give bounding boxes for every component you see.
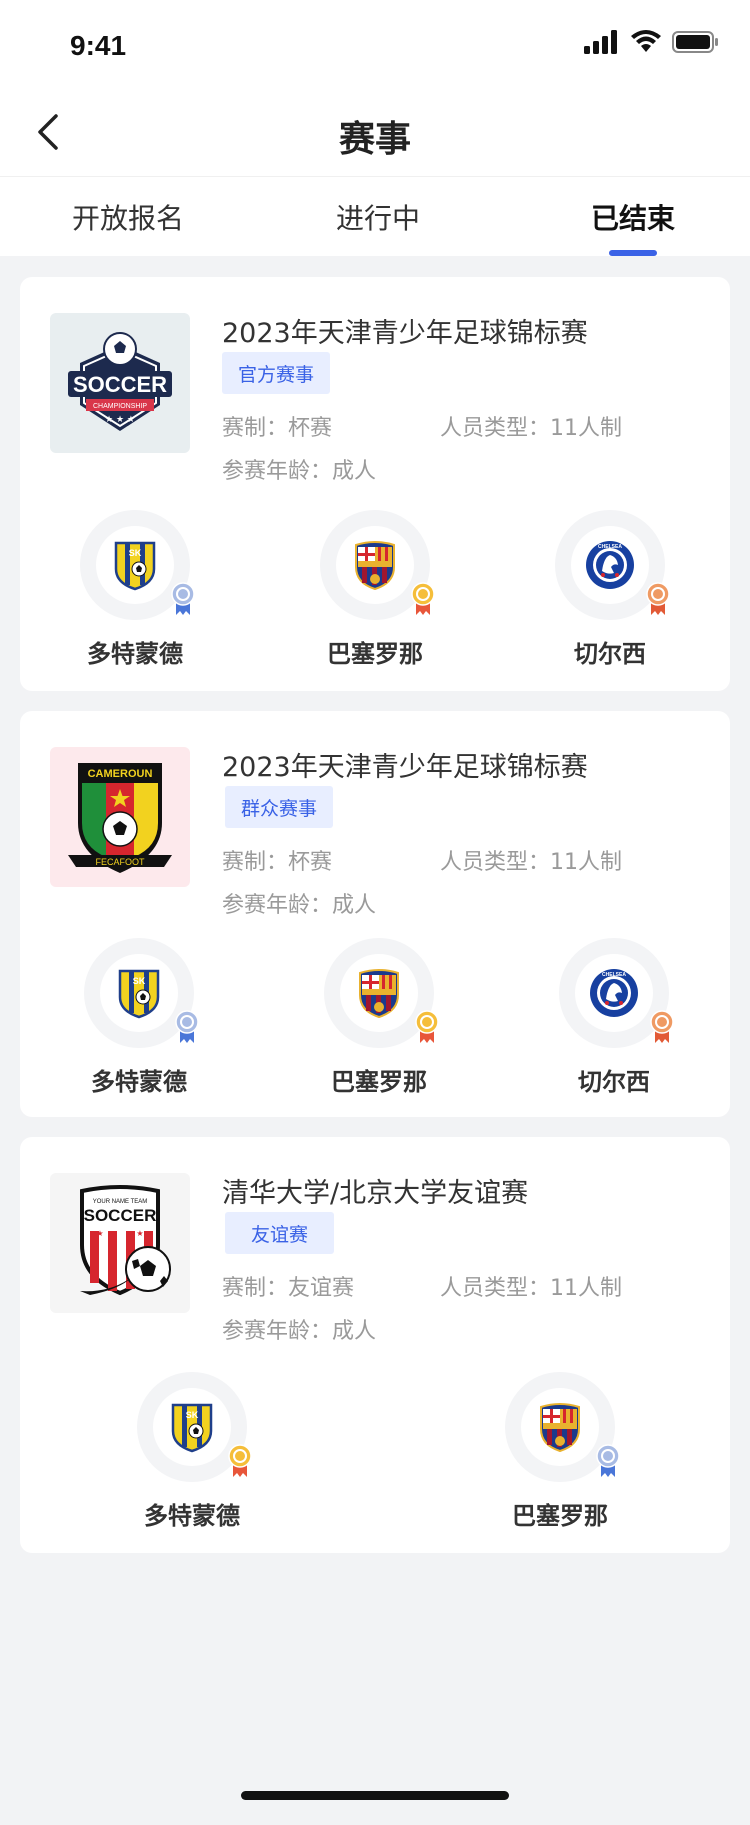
gold-medal-icon xyxy=(228,1444,252,1477)
team-crest-ring: SK xyxy=(84,938,199,1048)
team-name: 巴塞罗那 xyxy=(327,640,423,668)
tab-finished[interactable]: 已结束 xyxy=(548,197,718,237)
event-logo: YOUR NAME TEAM SOCCER ★ ★ xyxy=(50,1173,190,1313)
team-item[interactable]: SK 多特蒙德 xyxy=(65,510,205,669)
chelsea-crest-icon: CHELSEA xyxy=(586,541,634,589)
barcelona-crest-icon xyxy=(540,1403,580,1453)
bronze-medal-icon xyxy=(650,1010,674,1043)
soccer-championship-logo: SOCCER CHAMPIONSHIP ★ ★ ★ xyxy=(68,332,172,431)
event-people-type: 人员类型：11人制 xyxy=(440,416,622,441)
team-crest-ring: SK xyxy=(137,1372,252,1482)
team-crest-ring xyxy=(324,938,439,1048)
event-title: 2023年天津青少年足球锦标赛 xyxy=(222,752,588,783)
svg-text:SK: SK xyxy=(186,1410,199,1420)
silver-medal-icon xyxy=(171,582,195,615)
team-name: 巴塞罗那 xyxy=(331,1068,427,1096)
signal-icon xyxy=(584,30,617,54)
page-title: 赛事 xyxy=(338,119,411,160)
event-title: 清华大学/北京大学友谊赛 xyxy=(222,1178,529,1209)
svg-text:★: ★ xyxy=(96,1229,103,1238)
gold-medal-icon xyxy=(415,1010,439,1043)
tab-in-progress[interactable]: 进行中 xyxy=(293,197,463,237)
svg-text:CHELSEA: CHELSEA xyxy=(598,544,622,550)
status-time: 9:41 xyxy=(70,30,127,61)
team-item[interactable]: CHELSEA 切尔西 xyxy=(540,510,680,669)
team-name: 多特蒙德 xyxy=(91,1068,187,1096)
cameroun-fecafoot-logo: CAMEROUN FECAFOOT xyxy=(68,763,172,873)
wifi-icon xyxy=(631,30,661,52)
event-card[interactable]: YOUR NAME TEAM SOCCER ★ ★ 清华大学/北京大学友谊赛 友… xyxy=(20,1137,730,1553)
logo-subtext: YOUR NAME TEAM xyxy=(93,1199,148,1205)
soccer-team-logo: YOUR NAME TEAM SOCCER ★ ★ xyxy=(80,1185,171,1296)
chelsea-crest-icon: CHELSEA xyxy=(590,969,638,1017)
team-name: 切尔西 xyxy=(578,1068,650,1096)
event-tag: 友谊赛 xyxy=(225,1212,335,1254)
tab-bar: 开放报名 进行中 已结束 xyxy=(0,176,750,256)
team-item[interactable]: SK 多特蒙德 xyxy=(69,938,209,1097)
svg-text:SK: SK xyxy=(129,548,142,558)
silver-medal-icon xyxy=(175,1010,199,1043)
gold-medal-icon xyxy=(411,582,435,615)
event-card[interactable]: SOCCER CHAMPIONSHIP ★ ★ ★ 2023年天津青少年足球锦标… xyxy=(20,277,730,691)
logo-subtext: CHAMPIONSHIP xyxy=(93,403,147,410)
team-item[interactable]: SK 多特蒙德 xyxy=(122,1372,262,1531)
event-logo: CAMEROUN FECAFOOT xyxy=(50,747,190,887)
team-item[interactable]: CHELSEA 切尔西 xyxy=(544,938,684,1097)
team-name: 切尔西 xyxy=(574,640,646,668)
event-title: 2023年天津青少年足球锦标赛 xyxy=(222,318,588,349)
barcelona-crest-icon xyxy=(355,541,395,591)
logo-text: SOCCER xyxy=(73,372,167,397)
tab-open-registration[interactable]: 开放报名 xyxy=(43,197,213,237)
team-name: 多特蒙德 xyxy=(87,640,183,668)
team-crest-ring: CHELSEA xyxy=(555,510,670,620)
team-name: 巴塞罗那 xyxy=(512,1502,608,1530)
home-indicator xyxy=(241,1791,509,1800)
svg-text:★: ★ xyxy=(136,1229,143,1238)
nav-bar: 赛事 xyxy=(0,88,750,176)
svg-text:★ ★ ★: ★ ★ ★ xyxy=(105,415,135,425)
event-tag: 群众赛事 xyxy=(225,786,334,828)
battery-icon xyxy=(672,31,718,53)
event-age: 参赛年龄：成人 xyxy=(222,1319,377,1344)
team-item[interactable]: 巴塞罗那 xyxy=(490,1372,630,1531)
barcelona-crest-icon xyxy=(359,969,399,1019)
logo-subtext: FECAFOOT xyxy=(96,857,146,867)
team-crest-ring: SK xyxy=(80,510,195,620)
event-age: 参赛年龄：成人 xyxy=(222,459,377,484)
event-format: 赛制：杯赛 xyxy=(222,416,333,441)
team-name: 多特蒙德 xyxy=(144,1502,240,1530)
event-people-type: 人员类型：11人制 xyxy=(440,1276,622,1301)
dortmund-crest-icon: SK xyxy=(118,969,160,1019)
svg-text:CHELSEA: CHELSEA xyxy=(602,972,626,978)
team-crest-ring xyxy=(320,510,435,620)
team-item[interactable]: 巴塞罗那 xyxy=(305,510,445,669)
team-crest-ring: CHELSEA xyxy=(559,938,674,1048)
bronze-medal-icon xyxy=(646,582,670,615)
event-format: 赛制：友谊赛 xyxy=(222,1276,355,1301)
logo-text: SOCCER xyxy=(84,1206,157,1225)
event-card[interactable]: CAMEROUN FECAFOOT 2023年天津青少年足球锦标赛 群众赛事 赛… xyxy=(20,711,730,1117)
status-icons xyxy=(584,30,720,54)
team-item[interactable]: 巴塞罗那 xyxy=(309,938,449,1097)
team-crest-ring xyxy=(505,1372,620,1482)
status-bar: 9:41 xyxy=(0,0,750,88)
tab-active-indicator xyxy=(609,250,657,256)
event-tag: 官方赛事 xyxy=(222,352,331,394)
logo-text: CAMEROUN xyxy=(88,768,153,780)
silver-medal-icon xyxy=(596,1444,620,1477)
event-format: 赛制：杯赛 xyxy=(222,850,333,875)
svg-text:SK: SK xyxy=(133,976,146,986)
event-logo: SOCCER CHAMPIONSHIP ★ ★ ★ xyxy=(50,313,190,453)
event-people-type: 人员类型：11人制 xyxy=(440,850,622,875)
event-age: 参赛年龄：成人 xyxy=(222,893,377,918)
dortmund-crest-icon: SK xyxy=(114,541,156,591)
dortmund-crest-icon: SK xyxy=(171,1403,213,1453)
